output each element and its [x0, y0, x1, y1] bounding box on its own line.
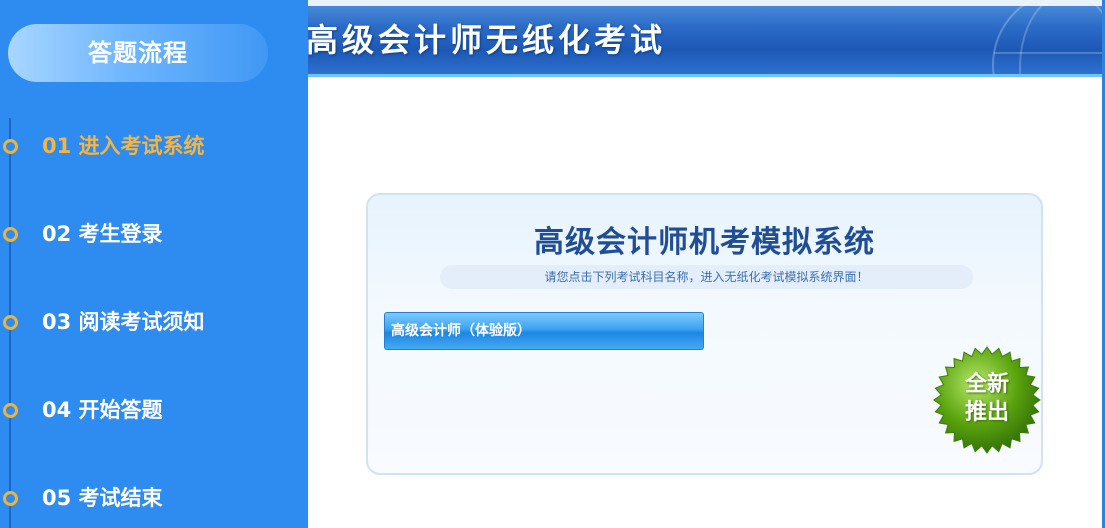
banner-title: 高级会计师无纸化考试	[308, 21, 667, 59]
step-dot-icon	[3, 227, 18, 242]
step-candidate-login[interactable]: 02 考生登录	[0, 214, 308, 254]
subject-button-senior-accountant[interactable]: 高级会计师（体验版）	[384, 312, 704, 350]
step-exam-end[interactable]: 05 考试结束	[0, 478, 308, 518]
new-release-badge: 全新 推出	[932, 345, 1042, 455]
step-dot-icon	[3, 139, 18, 154]
step-enter-system[interactable]: 01 进入考试系统	[0, 126, 308, 166]
step-label: 03 阅读考试须知	[42, 310, 205, 334]
hint-text: 请您点击下列考试科目名称，进入无纸化考试模拟系统界面！	[544, 270, 869, 284]
badge-line-1: 全新	[964, 372, 1009, 397]
hint-bar: 请您点击下列考试科目名称，进入无纸化考试模拟系统界面！	[440, 265, 973, 289]
flow-title: 答题流程	[88, 39, 188, 67]
flow-title-pill: 答题流程	[8, 24, 268, 82]
step-label: 02 考生登录	[42, 222, 163, 246]
exam-banner: 高级会计师无纸化考试	[308, 0, 1102, 77]
banner-bottom-line	[308, 74, 1102, 77]
step-dot-icon	[3, 403, 18, 418]
main-content: 高级会计师无纸化考试 高级会计师机考模拟系统 请您点击下列考试科目名称，进入无纸…	[308, 0, 1105, 528]
step-label: 04 开始答题	[42, 398, 163, 422]
badge-text: 全新 推出	[932, 371, 1042, 427]
step-label: 01 进入考试系统	[42, 134, 205, 158]
step-dot-icon	[3, 491, 18, 506]
badge-line-2: 推出	[964, 400, 1009, 425]
globe-icon	[992, 0, 1102, 77]
simulation-panel: 高级会计师机考模拟系统 请您点击下列考试科目名称，进入无纸化考试模拟系统界面！ …	[366, 193, 1043, 475]
step-label: 05 考试结束	[42, 486, 163, 510]
step-start-answering[interactable]: 04 开始答题	[0, 390, 308, 430]
banner-topline	[308, 0, 1102, 6]
sidebar: 答题流程 01 进入考试系统 02 考生登录 03 阅读考试须知 04 开始答题…	[0, 0, 308, 528]
panel-title: 高级会计师机考模拟系统	[534, 225, 875, 260]
step-dot-icon	[3, 315, 18, 330]
step-read-notice[interactable]: 03 阅读考试须知	[0, 302, 308, 342]
